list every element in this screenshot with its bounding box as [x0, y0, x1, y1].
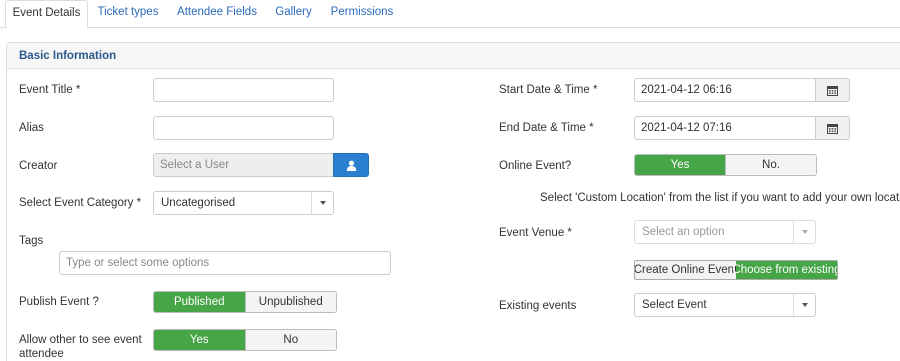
- allow-attendee-toggle: Yes No: [153, 329, 337, 351]
- end-date-input[interactable]: 2021-04-12 07:16: [634, 116, 816, 140]
- event-title-input[interactable]: [153, 78, 334, 102]
- end-date-label: End Date & Time *: [499, 122, 594, 134]
- unpublished-option[interactable]: Unpublished: [244, 292, 336, 312]
- create-online-event-button[interactable]: Create Online Event: [635, 261, 737, 279]
- online-event-buttons: Create Online Event Choose from existing: [634, 260, 838, 280]
- panel-header: Basic Information: [7, 43, 900, 69]
- tab-ticket-types[interactable]: Ticket types: [94, 0, 162, 28]
- chevron-down-icon: [319, 201, 326, 205]
- alias-label: Alias: [19, 122, 44, 134]
- creator-label: Creator: [19, 160, 58, 172]
- calendar-icon: [827, 123, 838, 134]
- category-select[interactable]: Uncategorised: [153, 191, 334, 215]
- user-icon: [346, 160, 356, 171]
- tab-event-details[interactable]: Event Details: [5, 0, 88, 29]
- event-venue-placeholder: Select an option: [642, 226, 725, 238]
- creator-placeholder: Select a User: [160, 159, 230, 171]
- category-dropdown-toggle[interactable]: [311, 192, 333, 214]
- tags-label: Tags: [19, 235, 44, 247]
- event-venue-label: Event Venue *: [499, 227, 572, 239]
- tab-gallery[interactable]: Gallery: [271, 0, 316, 28]
- online-yes-option[interactable]: Yes: [635, 155, 725, 175]
- tags-placeholder: Type or select some options: [66, 257, 210, 269]
- online-no-option[interactable]: No.: [725, 155, 816, 175]
- publish-label: Publish Event ?: [19, 296, 99, 308]
- section-title: Basic Information: [19, 50, 117, 62]
- choose-from-existing-button[interactable]: Choose from existing: [732, 261, 837, 279]
- start-date-input[interactable]: 2021-04-12 06:16: [634, 78, 816, 102]
- existing-events-value: Select Event: [642, 299, 707, 311]
- publish-toggle: Published Unpublished: [153, 291, 337, 313]
- venue-dropdown-toggle[interactable]: [793, 221, 815, 243]
- select-user-button[interactable]: [333, 153, 369, 177]
- tab-permissions[interactable]: Permissions: [328, 0, 396, 28]
- existing-events-dropdown-toggle[interactable]: [793, 294, 815, 316]
- category-value: Uncategorised: [161, 197, 236, 209]
- creator-input[interactable]: Select a User: [153, 153, 334, 177]
- event-venue-select[interactable]: Select an option: [634, 220, 816, 244]
- allow-no-option[interactable]: No: [244, 330, 336, 350]
- allow-attendee-label: Allow other to see event attendee: [19, 334, 142, 360]
- chevron-down-icon: [801, 230, 808, 234]
- event-title-label: Event Title *: [19, 84, 81, 96]
- online-event-toggle: Yes No.: [634, 154, 817, 176]
- custom-location-note: Select 'Custom Location' from the list i…: [540, 192, 900, 204]
- tab-bar: Event Details Ticket types Attendee Fiel…: [0, 0, 900, 29]
- existing-events-select[interactable]: Select Event: [634, 293, 816, 317]
- tags-input[interactable]: Type or select some options: [59, 251, 391, 275]
- alias-input[interactable]: [153, 116, 334, 140]
- start-date-label: Start Date & Time *: [499, 84, 598, 96]
- published-option[interactable]: Published: [154, 292, 245, 312]
- category-label: Select Event Category *: [19, 197, 142, 209]
- calendar-icon: [827, 85, 838, 96]
- end-date-calendar-button[interactable]: [815, 116, 850, 140]
- allow-yes-option[interactable]: Yes: [154, 330, 245, 350]
- existing-events-label: Existing events: [499, 300, 577, 312]
- tab-attendee-fields[interactable]: Attendee Fields: [172, 0, 262, 28]
- online-event-label: Online Event?: [499, 160, 572, 172]
- chevron-down-icon: [801, 303, 808, 307]
- start-date-calendar-button[interactable]: [815, 78, 850, 102]
